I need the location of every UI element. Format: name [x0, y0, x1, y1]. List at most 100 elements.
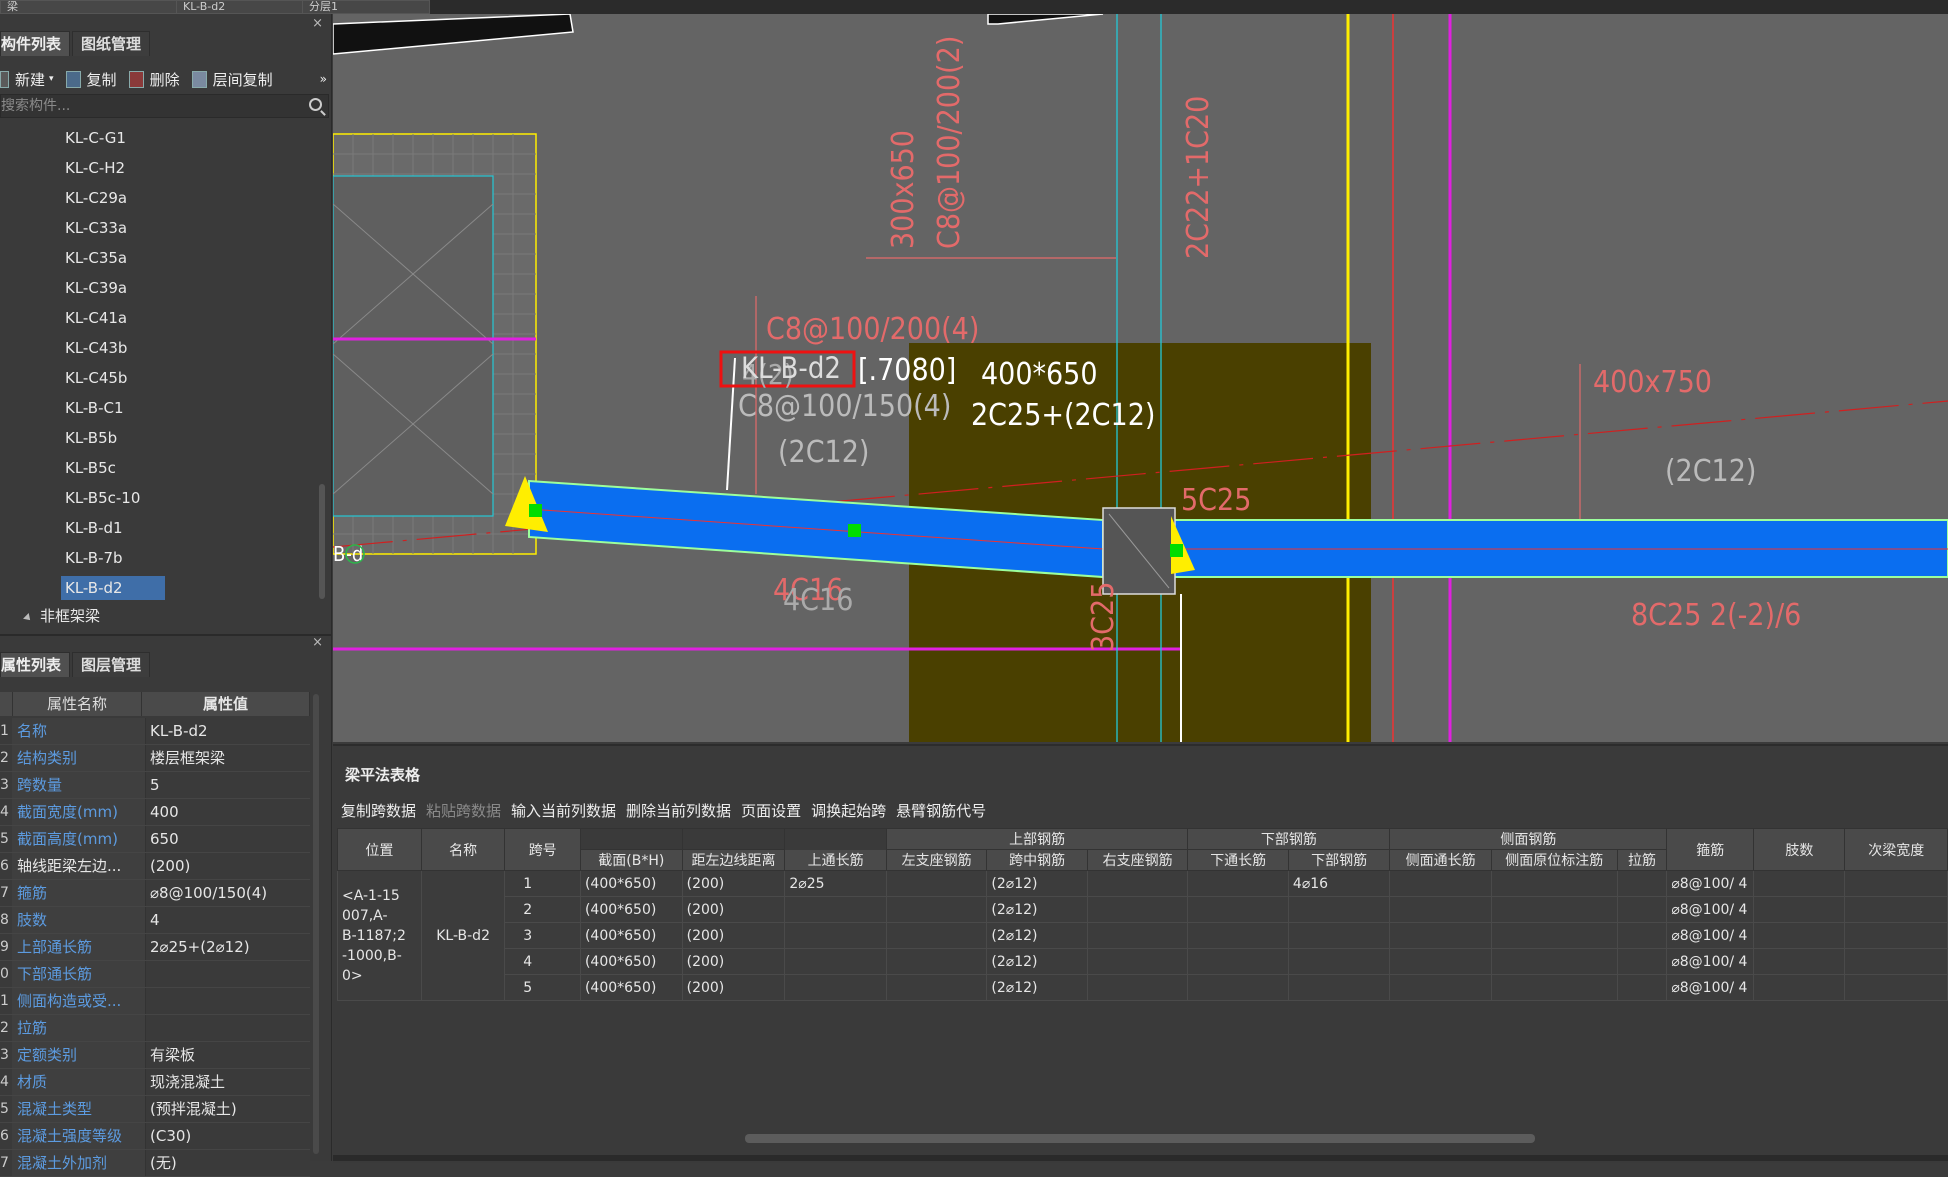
- cell-right-support[interactable]: [1086, 870, 1189, 897]
- property-value[interactable]: (无): [145, 1150, 310, 1176]
- layer-select[interactable]: 分层1: [302, 0, 430, 14]
- list-item[interactable]: KL-B-7b: [0, 543, 320, 573]
- cell-sec-width[interactable]: [1844, 922, 1948, 949]
- cell-span[interactable]: 4: [504, 948, 581, 975]
- tab-layer-management[interactable]: 图层管理: [72, 652, 151, 677]
- cell-span[interactable]: 3: [504, 922, 581, 949]
- cell-right-support[interactable]: [1086, 974, 1189, 1001]
- property-value[interactable]: 有梁板: [145, 1042, 310, 1068]
- search-icon[interactable]: [309, 98, 322, 111]
- table-row[interactable]: 2 (400*650) (200) (2⌀12) ⌀8@100/ 4: [338, 896, 1948, 923]
- component-search-input[interactable]: 搜索构件...: [0, 94, 329, 118]
- cell-legs[interactable]: [1753, 974, 1846, 1001]
- property-row[interactable]: 2 拉筋: [0, 1015, 310, 1042]
- grip-square[interactable]: [529, 504, 542, 517]
- property-row[interactable]: 3 定额类别 有梁板: [0, 1042, 310, 1069]
- cell-bottom-through[interactable]: [1187, 922, 1289, 949]
- cell-name[interactable]: KL-B-d2: [420, 870, 506, 1001]
- cell-tie[interactable]: [1616, 896, 1668, 923]
- property-row[interactable]: 7 箍筋 ⌀8@100/150(4): [0, 880, 310, 907]
- list-item[interactable]: KL-C33a: [0, 213, 320, 243]
- cell-bottom-through[interactable]: [1187, 896, 1289, 923]
- cell-bottom-through[interactable]: [1187, 948, 1289, 975]
- property-value[interactable]: ⌀8@100/150(4): [145, 880, 310, 906]
- cell-legs[interactable]: [1753, 870, 1846, 897]
- cell-sec-width[interactable]: [1844, 896, 1948, 923]
- property-value[interactable]: [145, 961, 310, 987]
- property-row[interactable]: 4 截面宽度(mm) 400: [0, 799, 310, 826]
- tree-group-non-frame-beam[interactable]: 非框架梁: [0, 603, 320, 629]
- delete-button[interactable]: 删除: [128, 69, 180, 90]
- property-row[interactable]: 8 肢数 4: [0, 907, 310, 934]
- cell-tie[interactable]: [1616, 948, 1668, 975]
- cell-top-through[interactable]: 2⌀25: [784, 870, 887, 897]
- floor-copy-button[interactable]: 层间复制: [191, 69, 273, 90]
- property-row[interactable]: 5 截面高度(mm) 650: [0, 826, 310, 853]
- cell-side-through[interactable]: [1389, 870, 1492, 897]
- property-value[interactable]: (C30): [145, 1123, 310, 1149]
- cell-right-support[interactable]: [1086, 896, 1189, 923]
- cell-top-through[interactable]: [784, 922, 887, 949]
- cell-section[interactable]: (400*650): [579, 948, 683, 975]
- property-panel-close-icon[interactable]: ×: [312, 635, 323, 650]
- property-row[interactable]: 0 下部通长筋: [0, 961, 310, 988]
- property-value[interactable]: [145, 1015, 310, 1041]
- cell-span[interactable]: 5: [504, 974, 581, 1001]
- cell-tie[interactable]: [1616, 922, 1668, 949]
- property-row[interactable]: 1 名称 KL-B-d2: [0, 718, 310, 745]
- cell-mid-span[interactable]: (2⌀12): [986, 948, 1088, 975]
- property-row[interactable]: 7 混凝土外加剂 (无): [0, 1150, 310, 1177]
- floor-type-select[interactable]: 梁: [0, 0, 178, 14]
- cell-sec-width[interactable]: [1844, 974, 1948, 1001]
- grip-square[interactable]: [1170, 544, 1183, 557]
- beam-table-tool-button[interactable]: 输入当前列数据: [511, 800, 616, 821]
- property-value[interactable]: [145, 988, 310, 1014]
- list-item[interactable]: KL-C45b: [0, 363, 320, 393]
- collapse-triangle-icon[interactable]: [23, 613, 33, 623]
- cell-sec-width[interactable]: [1844, 948, 1948, 975]
- label-beam-name[interactable]: KL-B-d2: [741, 351, 841, 385]
- table-row[interactable]: 3 (400*650) (200) (2⌀12) ⌀8@100/ 4: [338, 922, 1948, 949]
- cell-tie[interactable]: [1616, 974, 1668, 1001]
- list-item[interactable]: KL-B-d1: [0, 513, 320, 543]
- list-item[interactable]: KL-C43b: [0, 333, 320, 363]
- list-item[interactable]: KL-B5b: [0, 423, 320, 453]
- grip-square[interactable]: [848, 524, 861, 537]
- property-value[interactable]: 650: [145, 826, 310, 852]
- list-item[interactable]: KL-C35a: [0, 243, 320, 273]
- property-value[interactable]: 现浇混凝土: [145, 1069, 310, 1095]
- beam-table-tool-button[interactable]: 悬臂钢筋代号: [896, 800, 986, 821]
- property-row[interactable]: 4 材质 现浇混凝土: [0, 1069, 310, 1096]
- list-item[interactable]: KL-C-H2: [0, 153, 320, 183]
- panel-splitter[interactable]: [0, 634, 331, 636]
- property-value[interactable]: (200): [145, 853, 310, 879]
- property-row[interactable]: 2 结构类别 楼层框架梁: [0, 745, 310, 772]
- property-value[interactable]: 5: [145, 772, 310, 798]
- tab-property-list[interactable]: 属性列表: [0, 652, 71, 677]
- cell-top-through[interactable]: [784, 974, 887, 1001]
- table-row[interactable]: 5 (400*650) (200) (2⌀12) ⌀8@100/ 4: [338, 974, 1948, 1001]
- list-item[interactable]: KL-B5c: [0, 453, 320, 483]
- cell-legs[interactable]: [1753, 948, 1846, 975]
- cell-position[interactable]: <A-1-15 007,A- B-1187;2 -1000,B- 0>: [337, 870, 422, 1001]
- cell-side-through[interactable]: [1389, 974, 1492, 1001]
- cell-side-original[interactable]: [1490, 974, 1618, 1001]
- cell-right-support[interactable]: [1086, 922, 1189, 949]
- property-row[interactable]: 1 侧面构造或受...: [0, 988, 310, 1015]
- cell-left-support[interactable]: [885, 870, 988, 897]
- cell-stirrup[interactable]: ⌀8@100/ 4: [1666, 948, 1755, 975]
- property-value[interactable]: (预拌混凝土): [145, 1096, 310, 1122]
- cell-offset[interactable]: (200): [681, 974, 786, 1001]
- cell-span[interactable]: 2: [504, 896, 581, 923]
- property-value[interactable]: KL-B-d2: [145, 718, 310, 744]
- new-button[interactable]: 新建 ▾: [0, 69, 54, 90]
- cell-section[interactable]: (400*650): [579, 974, 683, 1001]
- cell-mid-span[interactable]: (2⌀12): [986, 870, 1088, 897]
- cell-bottom-rebar[interactable]: 4⌀16: [1287, 870, 1391, 897]
- list-item[interactable]: KL-C-G1: [0, 123, 320, 153]
- cell-stirrup[interactable]: ⌀8@100/ 4: [1666, 870, 1755, 897]
- cell-mid-span[interactable]: (2⌀12): [986, 922, 1088, 949]
- cell-top-through[interactable]: [784, 896, 887, 923]
- cell-offset[interactable]: (200): [681, 870, 786, 897]
- cell-legs[interactable]: [1753, 896, 1846, 923]
